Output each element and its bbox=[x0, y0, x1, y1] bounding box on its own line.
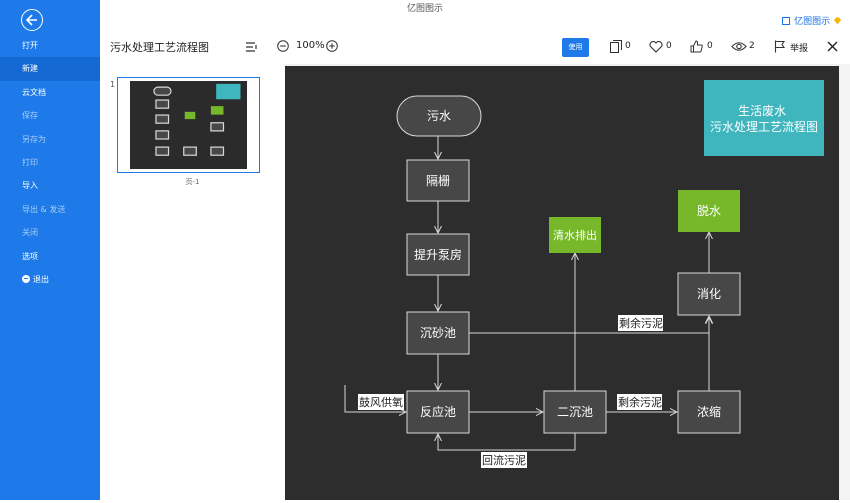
node-dewatering-label: 脱水 bbox=[697, 203, 721, 218]
document-title: 污水处理工艺流程图 bbox=[110, 41, 209, 54]
copy-icon[interactable] bbox=[610, 40, 622, 53]
vertical-scrollbar[interactable] bbox=[839, 64, 850, 500]
diagram-title-box[interactable]: 生活废水 污水处理工艺流程图 bbox=[704, 80, 824, 156]
node-reactor-label: 反应池 bbox=[420, 404, 456, 419]
brand-label: 亿图图示 bbox=[794, 17, 831, 27]
menu-item-print[interactable]: 打印 bbox=[0, 151, 100, 174]
exit-icon bbox=[22, 274, 30, 283]
node-pump-house-label: 提升泵房 bbox=[414, 247, 462, 262]
page-thumbnail-pane: 1 页-1 bbox=[100, 64, 285, 500]
back-arrow-icon bbox=[25, 14, 37, 26]
label-aeration-text: 鼓风供氧 bbox=[359, 395, 403, 409]
node-digestion[interactable]: 消化 bbox=[677, 272, 741, 316]
label-excess-sludge-upper-text: 剩余污泥 bbox=[619, 316, 663, 330]
outline-menu-icon[interactable] bbox=[246, 41, 258, 53]
node-reactor[interactable]: 反应池 bbox=[406, 390, 470, 434]
menu-item-new[interactable]: 新建 bbox=[0, 57, 100, 81]
node-sewage-label: 污水 bbox=[427, 109, 451, 123]
node-grit-chamber-label: 沉砂池 bbox=[420, 326, 456, 340]
menu-item-cloud-docs[interactable]: 云文档 bbox=[0, 81, 100, 104]
node-sewage[interactable]: 污水 bbox=[396, 95, 482, 137]
like-count: 0 bbox=[707, 41, 713, 51]
page-label: 页-1 bbox=[185, 178, 200, 186]
brand-link[interactable]: 亿图图示 bbox=[782, 14, 842, 27]
close-icon[interactable] bbox=[827, 41, 838, 52]
menu-item-import[interactable]: 导入 bbox=[0, 174, 100, 197]
flowchart: 污水 隔栅 提升泵房 沉砂池 反应池 二沉池 浓缩 消化 脱水 清水排出 生活废… bbox=[344, 80, 824, 468]
node-grille[interactable]: 隔栅 bbox=[406, 159, 470, 202]
zoom-level: 100% bbox=[296, 40, 325, 51]
menu-item-options[interactable]: 选项 bbox=[0, 245, 100, 268]
favorite-count: 0 bbox=[666, 41, 672, 51]
app-title: 亿图图示 bbox=[406, 4, 443, 14]
copy-count: 0 bbox=[625, 41, 631, 51]
node-clearwater-discharge[interactable]: 清水排出 bbox=[549, 217, 601, 253]
sidebar: 打开 新建 云文档 保存 另存为 打印 导入 导出 & 发送 关闭 选项 退出 bbox=[0, 0, 100, 500]
node-grit-chamber[interactable]: 沉砂池 bbox=[406, 311, 470, 355]
node-thickening[interactable]: 浓缩 bbox=[677, 390, 741, 434]
page-thumbnail[interactable] bbox=[117, 77, 260, 173]
node-digestion-label: 消化 bbox=[697, 287, 721, 301]
toolbar: 污水处理工艺流程图 100% 使用 0 0 0 2 举报 bbox=[100, 30, 850, 64]
label-excess-sludge-lower: 剩余污泥 bbox=[617, 394, 662, 410]
report-label[interactable]: 举报 bbox=[790, 41, 808, 54]
canvas-area: 污水 隔栅 提升泵房 沉砂池 反应池 二沉池 浓缩 消化 脱水 清水排出 生活废… bbox=[285, 64, 850, 500]
title-bar: 亿图图示 亿图图示 bbox=[100, 0, 850, 27]
label-excess-sludge-lower-text: 剩余污泥 bbox=[618, 395, 662, 409]
node-secondary-clarifier-label: 二沉池 bbox=[557, 405, 593, 419]
connector-grit-digest bbox=[469, 316, 709, 334]
node-grille-label: 隔栅 bbox=[426, 173, 450, 188]
menu-item-export-send[interactable]: 导出 & 发送 bbox=[0, 198, 100, 221]
menu-item-open[interactable]: 打开 bbox=[0, 34, 100, 57]
menu-item-exit[interactable]: 退出 bbox=[0, 268, 100, 291]
eye-icon bbox=[731, 42, 747, 51]
view-count: 2 bbox=[749, 41, 755, 51]
use-template-button[interactable]: 使用 bbox=[562, 38, 589, 57]
node-pump-house[interactable]: 提升泵房 bbox=[406, 233, 470, 276]
node-clearwater-label: 清水排出 bbox=[553, 228, 597, 242]
label-return-sludge-text: 回流污泥 bbox=[482, 453, 526, 467]
thumbs-up-icon[interactable] bbox=[690, 40, 703, 53]
diagram-board[interactable]: 污水 隔栅 提升泵房 沉砂池 反应池 二沉池 浓缩 消化 脱水 清水排出 生活废… bbox=[285, 66, 839, 500]
heart-icon[interactable] bbox=[649, 41, 663, 53]
label-excess-sludge-upper: 剩余污泥 bbox=[618, 315, 663, 331]
page-number: 1 bbox=[110, 80, 116, 89]
label-aeration: 鼓风供氧 bbox=[358, 394, 404, 410]
diamond-icon bbox=[834, 17, 841, 25]
user-icon bbox=[782, 17, 791, 25]
menu-item-save[interactable]: 保存 bbox=[0, 104, 100, 127]
menu-item-save-as[interactable]: 另存为 bbox=[0, 128, 100, 151]
thumbnail-diagram bbox=[153, 83, 241, 156]
connector-return-sludge bbox=[438, 433, 576, 451]
node-thickening-label: 浓缩 bbox=[697, 404, 721, 419]
zoom-in-icon[interactable] bbox=[326, 40, 338, 52]
label-return-sludge: 回流污泥 bbox=[481, 452, 527, 468]
zoom-out-icon[interactable] bbox=[277, 40, 289, 52]
menu-item-exit-label: 退出 bbox=[33, 274, 49, 284]
node-secondary-clarifier[interactable]: 二沉池 bbox=[543, 390, 607, 434]
file-menu: 打开 新建 云文档 保存 另存为 打印 导入 导出 & 发送 关闭 选项 退出 bbox=[0, 34, 100, 291]
node-dewatering[interactable]: 脱水 bbox=[678, 190, 740, 232]
menu-item-close[interactable]: 关闭 bbox=[0, 221, 100, 244]
flag-icon[interactable] bbox=[774, 40, 786, 53]
thumbnail-preview bbox=[130, 81, 247, 169]
